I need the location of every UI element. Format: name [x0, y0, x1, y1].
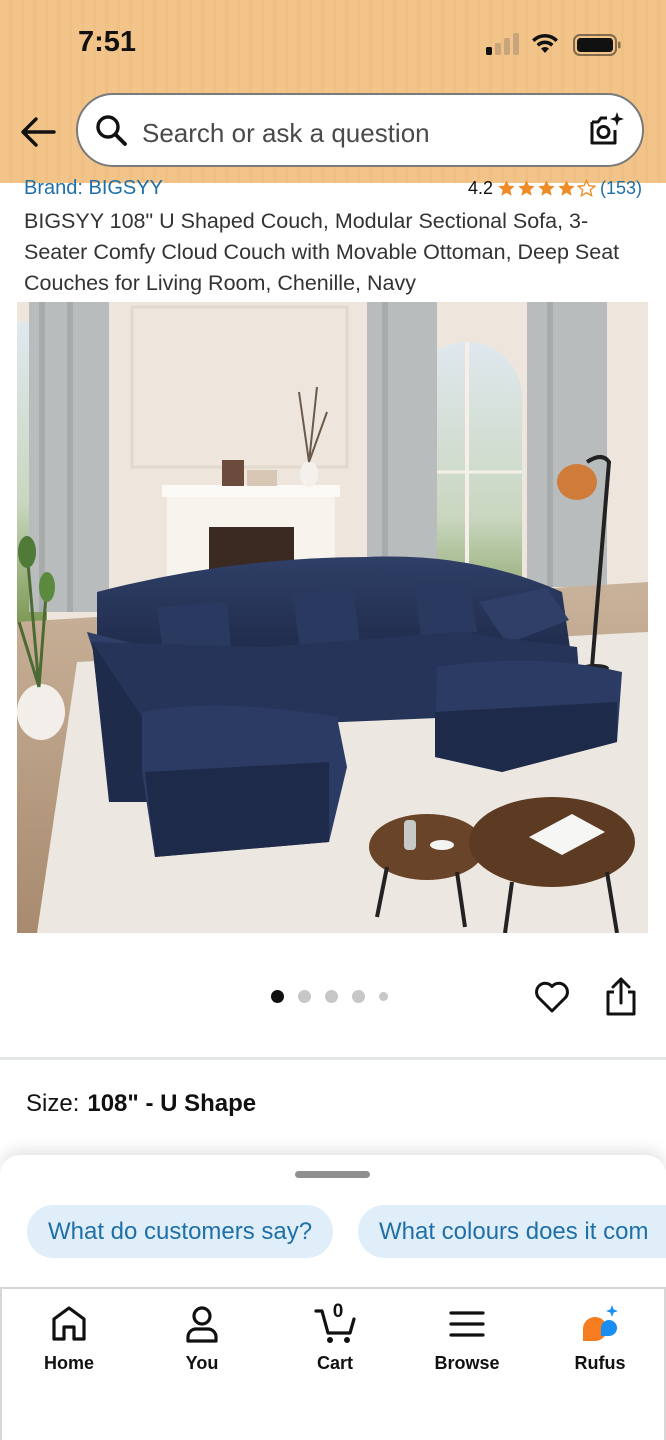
star-full-icon	[518, 179, 535, 196]
cellular-signal-icon	[486, 33, 520, 55]
size-selector[interactable]: Size: 108" - U Shape	[26, 1090, 256, 1118]
tab-label: Rufus	[574, 1353, 626, 1373]
section-divider	[0, 1057, 666, 1060]
heart-icon[interactable]	[533, 978, 571, 1016]
tab-browse[interactable]: Browse	[412, 1303, 522, 1383]
share-icon[interactable]	[602, 976, 640, 1018]
star-full-icon	[558, 179, 575, 196]
wifi-icon	[532, 33, 558, 53]
tab-you[interactable]: You	[147, 1303, 257, 1383]
camera-search-icon[interactable]	[586, 110, 626, 150]
bottom-tab-bar: Home You 0 Cart Browse Rufus	[0, 1287, 666, 1440]
status-time: 7:51	[78, 26, 137, 58]
star-rating	[497, 178, 596, 198]
tab-label: Cart	[316, 1353, 353, 1373]
tab-cart[interactable]: 0 Cart	[280, 1301, 390, 1383]
search-bar[interactable]: Search or ask a question	[76, 93, 644, 167]
carousel-dot[interactable]	[325, 990, 338, 1003]
brand-link[interactable]: Brand: BIGSYY	[24, 177, 163, 200]
image-carousel-indicator[interactable]	[271, 990, 388, 1003]
rufus-chip[interactable]: What do customers say?	[27, 1205, 334, 1258]
person-icon	[186, 1306, 218, 1343]
rufus-icon	[583, 1305, 618, 1341]
tab-label: Home	[43, 1353, 94, 1373]
carousel-dot[interactable]	[379, 992, 388, 1001]
tab-label: Browse	[434, 1353, 500, 1373]
rufus-chip[interactable]: What colours does it com	[358, 1205, 666, 1258]
star-empty-icon	[576, 178, 596, 197]
carousel-dot[interactable]	[352, 990, 365, 1003]
tab-home[interactable]: Home	[14, 1303, 124, 1383]
home-icon	[52, 1306, 86, 1341]
sheet-drag-handle[interactable]	[295, 1171, 370, 1178]
back-arrow-icon[interactable]	[16, 112, 60, 152]
review-count-link[interactable]: (153)	[600, 178, 642, 199]
product-image[interactable]	[17, 302, 648, 933]
size-label: Size:	[26, 1090, 80, 1117]
star-full-icon	[538, 179, 555, 196]
star-full-icon	[498, 179, 515, 196]
carousel-dot[interactable]	[298, 990, 311, 1003]
menu-icon	[449, 1311, 485, 1337]
rating-value: 4.2	[467, 177, 493, 198]
tab-rufus[interactable]: Rufus	[545, 1303, 655, 1383]
rating-summary[interactable]: 4.2 (153)	[468, 177, 642, 199]
sofa-photo-illustration	[17, 302, 648, 933]
search-input[interactable]: Search or ask a question	[142, 118, 430, 149]
product-title: BIGSYY 108" U Shaped Couch, Modular Sect…	[24, 209, 620, 295]
cart-count-badge: 0	[332, 1301, 344, 1322]
app-header: 7:51 Search or ask a question	[0, 0, 666, 183]
battery-icon	[573, 34, 621, 56]
carousel-dot[interactable]	[271, 990, 284, 1003]
rufus-suggestion-sheet: What do customers say? What colours does…	[0, 1155, 666, 1290]
search-icon	[96, 115, 127, 146]
size-value: 108" - U Shape	[87, 1090, 257, 1117]
tab-label: You	[185, 1353, 219, 1373]
